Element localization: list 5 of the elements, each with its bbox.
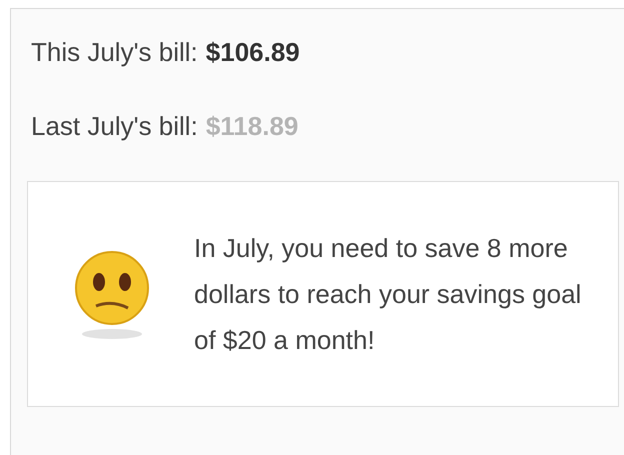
bill-amount: $118.89 xyxy=(206,110,298,143)
savings-message: In July, you need to save 8 more dollars to reach your savings goal of $20 a month! xyxy=(194,232,582,357)
bill-label: Last July's bill: xyxy=(31,110,198,143)
bill-amount: $106.89 xyxy=(206,36,300,69)
bill-label: This July's bill: xyxy=(31,36,198,69)
